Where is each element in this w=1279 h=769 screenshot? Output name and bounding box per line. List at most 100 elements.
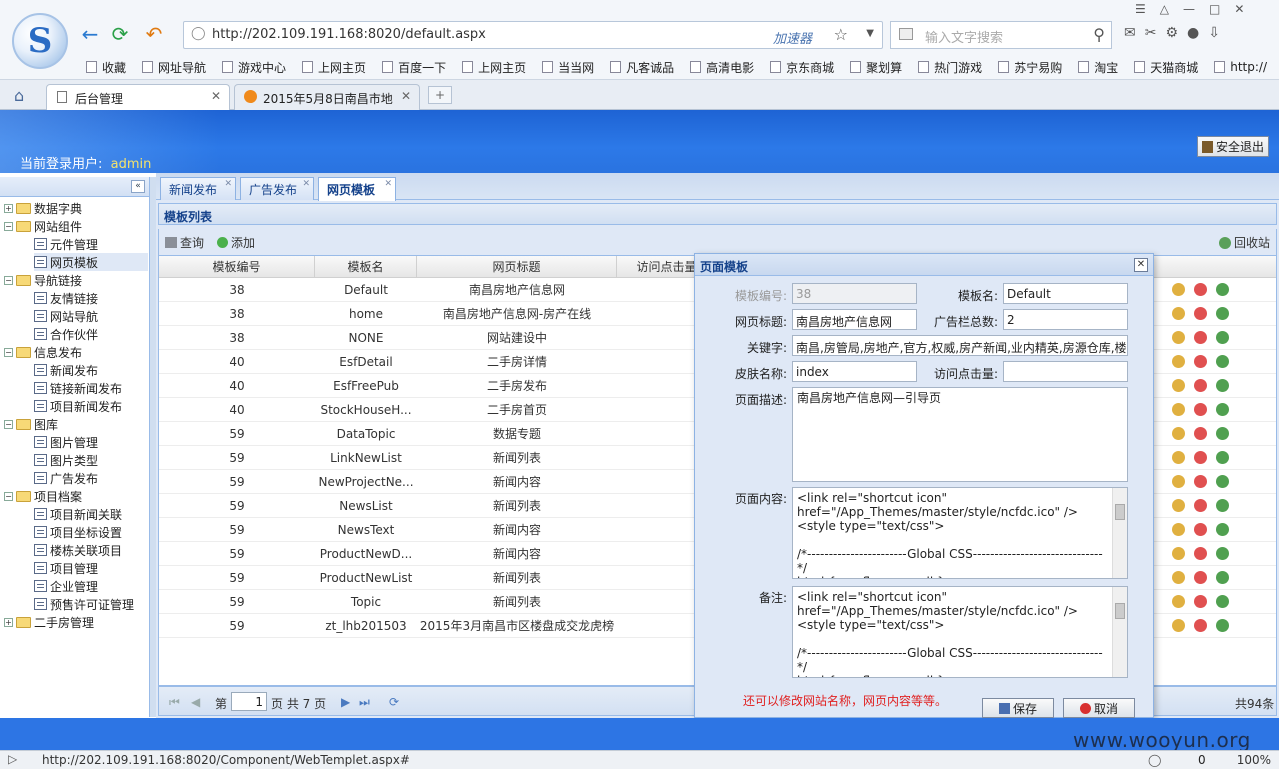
bookmark-item[interactable]: 天猫商城 — [1126, 56, 1206, 78]
expand-icon[interactable]: + — [4, 617, 13, 627]
sidebar-item[interactable]: 图片管理 — [34, 433, 98, 451]
bookmark-item[interactable]: 上网主页 — [294, 56, 374, 78]
search-engine-icon[interactable] — [899, 28, 913, 40]
bookmark-item[interactable]: 淘宝 — [1070, 56, 1126, 78]
bookmark-item[interactable]: 网址导航 — [134, 56, 214, 78]
bookmark-item[interactable]: 苏宁易购 — [990, 56, 1070, 78]
new-tab-button[interactable]: + — [428, 86, 452, 104]
edit-icon[interactable] — [1172, 403, 1185, 416]
delete-icon[interactable] — [1194, 331, 1207, 344]
delete-icon[interactable] — [1194, 499, 1207, 512]
close-icon[interactable]: ✕ — [384, 179, 392, 189]
sidebar-item[interactable]: + 数据字典 — [4, 199, 82, 217]
bookmark-item[interactable]: 凡客诚品 — [602, 56, 682, 78]
toolbar-extension-icons[interactable]: ✉✂⚙●⇩ — [1124, 25, 1229, 41]
page-title-field[interactable]: 南昌房地产信息网 — [792, 309, 917, 330]
close-icon[interactable]: ✕ — [211, 89, 221, 103]
refresh-icon[interactable] — [1216, 403, 1229, 416]
remark-scrollbar[interactable] — [1112, 587, 1127, 677]
keywords-field[interactable]: 南昌,房管局,房地产,官方,权威,房产新闻,业内精英,房源仓库,楼 — [792, 335, 1128, 356]
remark-field[interactable]: <link rel="shortcut icon" href="/App_The… — [792, 586, 1128, 678]
sidebar-item[interactable]: − 信息发布 — [4, 343, 82, 361]
sidebar-item[interactable]: 项目新闻发布 — [34, 397, 122, 415]
edit-icon[interactable] — [1172, 595, 1185, 608]
sidebar-item[interactable]: 项目管理 — [34, 559, 98, 577]
browser-tab-admin[interactable]: 后台管理 ✕ — [46, 84, 230, 110]
sidebar-item[interactable]: 项目新闻关联 — [34, 505, 122, 523]
page-number-input[interactable]: 1 — [231, 692, 267, 711]
tab-web-template[interactable]: 网页模板 ✕ — [318, 177, 396, 201]
edit-icon[interactable] — [1172, 427, 1185, 440]
delete-icon[interactable] — [1194, 451, 1207, 464]
delete-icon[interactable] — [1194, 379, 1207, 392]
star-icon[interactable]: ☆ — [834, 25, 848, 44]
template-name-field[interactable]: Default — [1003, 283, 1128, 304]
content-scrollbar[interactable] — [1112, 488, 1127, 578]
sidebar-item[interactable]: − 导航链接 — [4, 271, 82, 289]
refresh-icon[interactable] — [1216, 355, 1229, 368]
ad-count-field[interactable]: 2 — [1003, 309, 1128, 330]
tab-ad-publish[interactable]: 广告发布 ✕ — [240, 177, 314, 200]
sidebar-item[interactable]: 网站导航 — [34, 307, 98, 325]
save-button[interactable]: 保存 — [982, 698, 1054, 718]
search-icon[interactable]: ⚲ — [1093, 25, 1105, 44]
browser-tab-news[interactable]: 2015年5月8日南昌市地 ✕ — [234, 84, 420, 110]
sidebar-item[interactable]: 企业管理 — [34, 577, 98, 595]
delete-icon[interactable] — [1194, 547, 1207, 560]
zoom-level[interactable]: 100% — [1237, 753, 1271, 767]
sidebar-item[interactable]: 新闻发布 — [34, 361, 98, 379]
search-input[interactable]: 输入文字搜索 ⚲ — [890, 21, 1112, 49]
delete-icon[interactable] — [1194, 619, 1207, 632]
description-field[interactable]: 南昌房地产信息网—引导页 — [792, 387, 1128, 482]
expand-icon[interactable]: − — [4, 275, 13, 285]
query-button[interactable]: 查询 — [165, 234, 204, 251]
edit-icon[interactable] — [1172, 379, 1185, 392]
expand-icon[interactable]: − — [4, 347, 13, 357]
prev-page-icon[interactable]: ◀ — [191, 695, 200, 709]
back-icon[interactable]: ← — [78, 22, 102, 46]
sidebar-item[interactable]: 网页模板 — [34, 253, 148, 271]
bookmark-item[interactable]: 百度一下 — [374, 56, 454, 78]
sidebar-item[interactable]: 楼栋关联项目 — [34, 541, 122, 559]
first-page-icon[interactable]: ⏮ — [169, 695, 180, 710]
delete-icon[interactable] — [1194, 595, 1207, 608]
home-icon[interactable]: ⌂ — [14, 86, 24, 105]
bookmark-item[interactable]: 上网主页 — [454, 56, 534, 78]
sidebar-item[interactable]: 链接新闻发布 — [34, 379, 122, 397]
refresh-icon[interactable] — [1216, 307, 1229, 320]
close-icon[interactable]: ✕ — [224, 179, 232, 189]
expand-icon[interactable]: − — [4, 221, 13, 231]
close-icon[interactable]: ✕ — [401, 89, 411, 103]
refresh-icon[interactable] — [1216, 547, 1229, 560]
expand-icon[interactable]: − — [4, 491, 13, 501]
refresh-icon[interactable] — [1216, 451, 1229, 464]
hits-field[interactable] — [1003, 361, 1128, 382]
collapse-icon[interactable]: « — [131, 180, 145, 193]
sidebar-item[interactable]: − 项目档案 — [4, 487, 82, 505]
add-button[interactable]: 添加 — [217, 234, 255, 251]
sidebar-item[interactable]: 合作伙伴 — [34, 325, 98, 343]
undo-icon[interactable]: ↶ — [142, 22, 166, 46]
tab-news-publish[interactable]: 新闻发布 ✕ — [160, 177, 236, 200]
delete-icon[interactable] — [1194, 571, 1207, 584]
refresh-icon[interactable] — [1216, 523, 1229, 536]
refresh-icon[interactable] — [1216, 427, 1229, 440]
edit-icon[interactable] — [1172, 499, 1185, 512]
refresh-icon[interactable] — [1216, 619, 1229, 632]
sidebar-item[interactable]: + 二手房管理 — [4, 613, 94, 631]
bookmark-item[interactable]: 当当网 — [534, 56, 602, 78]
next-page-icon[interactable]: ▶ — [341, 695, 350, 709]
sidebar-item[interactable]: 广告发布 — [34, 469, 98, 487]
delete-icon[interactable] — [1194, 427, 1207, 440]
bookmark-item[interactable]: 聚划算 — [842, 56, 910, 78]
edit-icon[interactable] — [1172, 571, 1185, 584]
edit-icon[interactable] — [1172, 331, 1185, 344]
col-header-id[interactable]: 模板编号 — [159, 256, 315, 278]
recycle-button[interactable]: 回收站 — [1219, 234, 1270, 251]
edit-icon[interactable] — [1172, 475, 1185, 488]
refresh-icon[interactable] — [1216, 379, 1229, 392]
refresh-icon[interactable] — [1216, 499, 1229, 512]
window-controls[interactable]: ☰△—□✕ — [1135, 2, 1258, 16]
expand-icon[interactable]: + — [4, 203, 13, 213]
edit-icon[interactable] — [1172, 547, 1185, 560]
